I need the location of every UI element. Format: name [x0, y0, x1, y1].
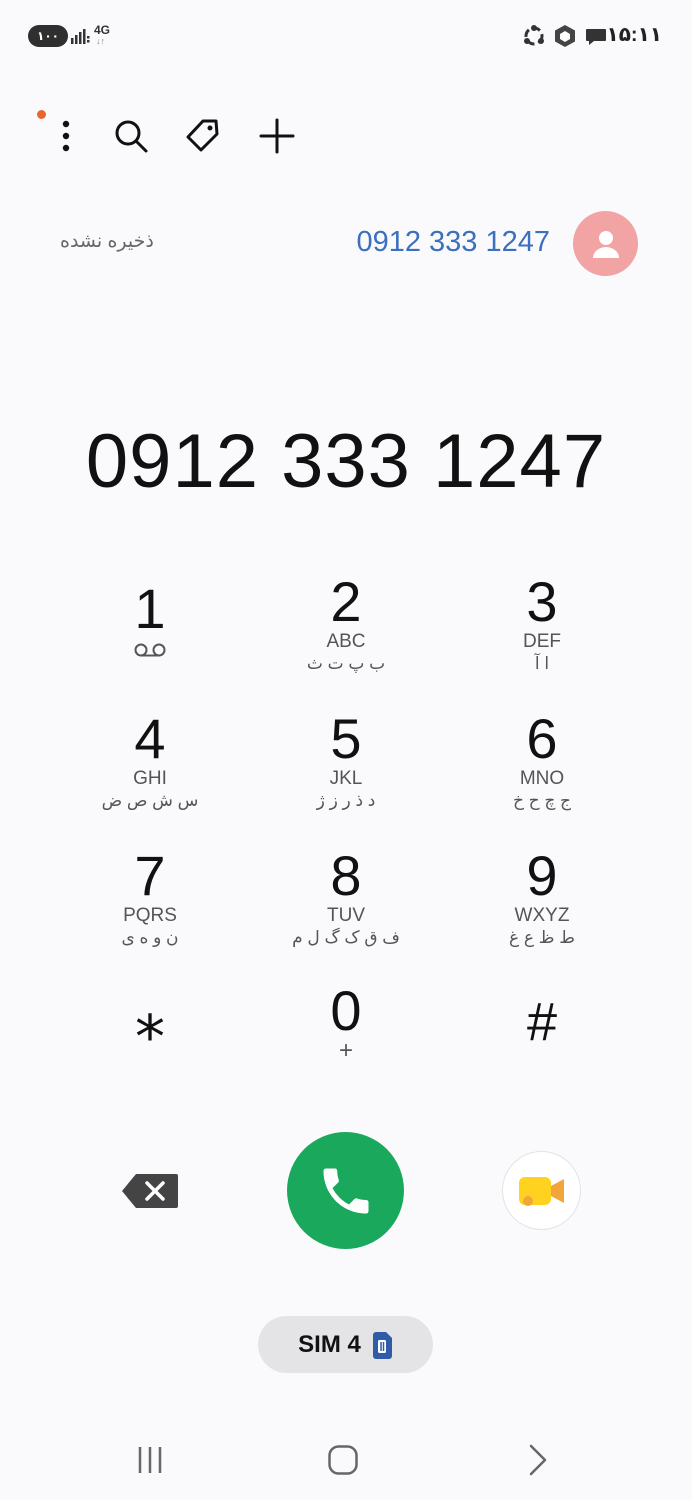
signal-icon: [71, 29, 90, 44]
key-plus-symbol: +: [338, 1037, 353, 1064]
key-letters: ABC: [326, 631, 366, 652]
home-icon: [328, 1445, 358, 1475]
key-digit: 3: [526, 570, 558, 633]
sync-icon: [524, 25, 544, 46]
back-button[interactable]: [507, 1436, 567, 1484]
key-4[interactable]: 4 GHI س ش ص ض: [70, 710, 230, 830]
key-digit: 1: [134, 577, 166, 640]
backspace-button[interactable]: [120, 1170, 180, 1212]
key-persian-letters: س ش ص ض: [101, 791, 199, 810]
key-8[interactable]: 8 TUV ف ق ک گ ل م: [266, 847, 426, 967]
key-3[interactable]: 3 DEF ا آ: [462, 573, 622, 693]
person-icon: [592, 230, 619, 258]
home-button[interactable]: [313, 1436, 373, 1484]
battery-indicator: ۱۰۰: [28, 25, 68, 47]
key-hash[interactable]: #: [462, 993, 622, 1113]
more-options-button[interactable]: [42, 112, 90, 160]
video-camera-icon: [518, 1176, 564, 1206]
key-letters: PQRS: [123, 905, 177, 926]
key-digit: 7: [134, 844, 166, 907]
key-digit: 2: [330, 570, 362, 633]
more-vertical-icon: [62, 120, 70, 152]
key-letters: GHI: [133, 768, 167, 789]
key-digit: #: [526, 992, 558, 1052]
dialed-number-display[interactable]: 0912 333 1247: [0, 418, 692, 505]
phone-icon: [323, 1168, 368, 1213]
search-button[interactable]: [107, 112, 155, 160]
plus-icon: [259, 118, 295, 154]
network-type: 4G: [94, 23, 111, 37]
key-7[interactable]: 7 PQRS ن و ه ی: [70, 847, 230, 967]
key-letters: MNO: [519, 768, 565, 789]
backspace-icon: [122, 1174, 178, 1208]
data-activity-icon: ↓↑: [96, 36, 105, 46]
key-1[interactable]: 1: [70, 580, 230, 700]
key-digit: ⁎: [135, 985, 165, 1052]
chevron-right-icon: [529, 1444, 547, 1476]
key-letters: JKL: [329, 768, 363, 789]
key-digit: 9: [526, 844, 558, 907]
status-bar: ۱۰۰ 4G ↓↑ ۱۵:۱۱: [0, 0, 692, 70]
key-persian-letters: ب پ ت ث: [306, 654, 386, 673]
sim-card-icon: [372, 1331, 392, 1359]
key-9[interactable]: 9 WXYZ ط ظ ع غ: [462, 847, 622, 967]
message-icon: [586, 29, 606, 45]
key-0[interactable]: 0 +: [266, 982, 426, 1102]
key-letters: WXYZ: [514, 905, 570, 926]
key-5[interactable]: 5 JKL د ذ ر ز ژ: [266, 710, 426, 830]
key-persian-letters: ط ظ ع غ: [509, 928, 575, 947]
key-star[interactable]: ⁎: [70, 985, 230, 1110]
key-digit: 8: [330, 844, 362, 907]
key-persian-letters: ج چ ح خ: [512, 791, 572, 810]
key-persian-letters: ف ق ک گ ل م: [292, 928, 400, 947]
sim-label: SIM 4: [298, 1330, 361, 1358]
unsaved-label: ذخیره نشده: [60, 231, 154, 252]
recent-apps-icon: [138, 1447, 162, 1473]
key-digit: 4: [134, 707, 166, 770]
recent-apps-button[interactable]: [120, 1436, 180, 1484]
key-digit: 6: [526, 707, 558, 770]
key-letters: DEF: [523, 631, 561, 652]
key-6[interactable]: 6 MNO ج چ ح خ: [462, 710, 622, 830]
video-call-button[interactable]: [502, 1151, 581, 1230]
key-persian-letters: ا آ: [534, 654, 550, 673]
add-contact-button[interactable]: [253, 112, 301, 160]
sim-selector[interactable]: SIM 4: [258, 1316, 433, 1373]
key-letters: TUV: [327, 905, 365, 926]
suggested-number[interactable]: 0912 333 1247: [356, 226, 550, 259]
key-2[interactable]: 2 ABC ب پ ت ث: [266, 573, 426, 693]
key-digit: 0: [330, 979, 362, 1042]
key-persian-letters: د ذ ر ز ژ: [316, 791, 376, 810]
search-icon: [115, 120, 148, 153]
voicemail-icon: [134, 643, 166, 657]
avatar[interactable]: [573, 211, 638, 276]
shield-app-icon: [555, 25, 575, 47]
key-digit: 5: [330, 707, 362, 770]
key-persian-letters: ن و ه ی: [121, 928, 179, 947]
tag-icon: [186, 119, 219, 152]
clock: ۱۵:۱۱: [606, 24, 663, 46]
tag-button[interactable]: [178, 112, 226, 160]
call-button[interactable]: [287, 1132, 404, 1249]
